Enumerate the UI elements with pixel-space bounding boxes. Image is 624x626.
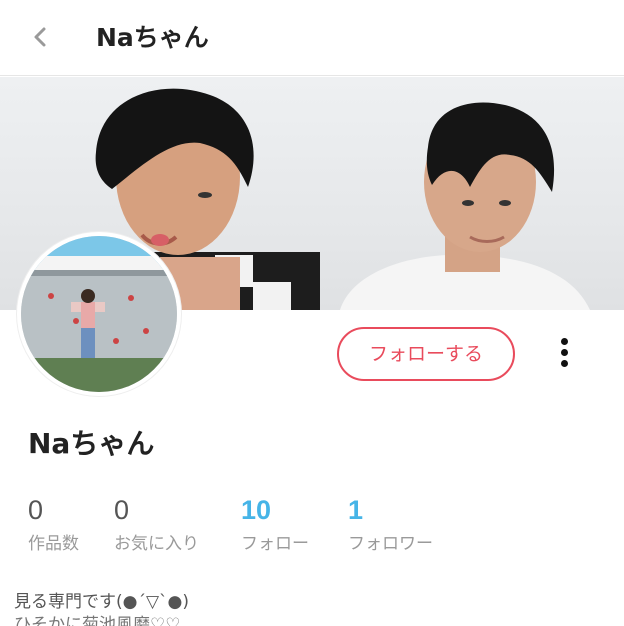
vertical-ellipsis-icon: [552, 338, 576, 367]
stat-following-label: フォロー: [241, 534, 309, 554]
more-options-button[interactable]: [552, 338, 576, 374]
stat-favorites-label: お気に入り: [114, 534, 199, 554]
profile-username: Naちゃん: [28, 427, 155, 460]
stat-followers-label: フォロワー: [348, 534, 433, 554]
back-button[interactable]: [26, 22, 56, 52]
chevron-left-icon: [34, 27, 46, 47]
cover-person-right: [340, 102, 590, 310]
stat-works[interactable]: 0 作品数: [28, 492, 79, 556]
stat-following-value: 10: [241, 495, 272, 525]
avatar[interactable]: [17, 232, 181, 396]
stat-favorites[interactable]: 0 お気に入り: [114, 492, 199, 556]
profile-bio-line1: 見る専門です(●´▽`●): [14, 592, 190, 612]
stat-followers[interactable]: 1 フォロワー: [348, 492, 433, 556]
stat-followers-value: 1: [348, 495, 364, 525]
stat-following[interactable]: 10 フォロー: [241, 492, 309, 556]
stat-works-value: 0: [28, 495, 44, 525]
stat-works-label: 作品数: [28, 534, 79, 554]
stat-favorites-value: 0: [114, 495, 130, 525]
top-nav-bar: Naちゃん: [0, 0, 624, 76]
follow-button[interactable]: フォローする: [337, 327, 515, 381]
profile-bio-line2: ひそかに菊池風磨♡♡: [14, 615, 181, 626]
page-title: Naちゃん: [96, 23, 209, 52]
